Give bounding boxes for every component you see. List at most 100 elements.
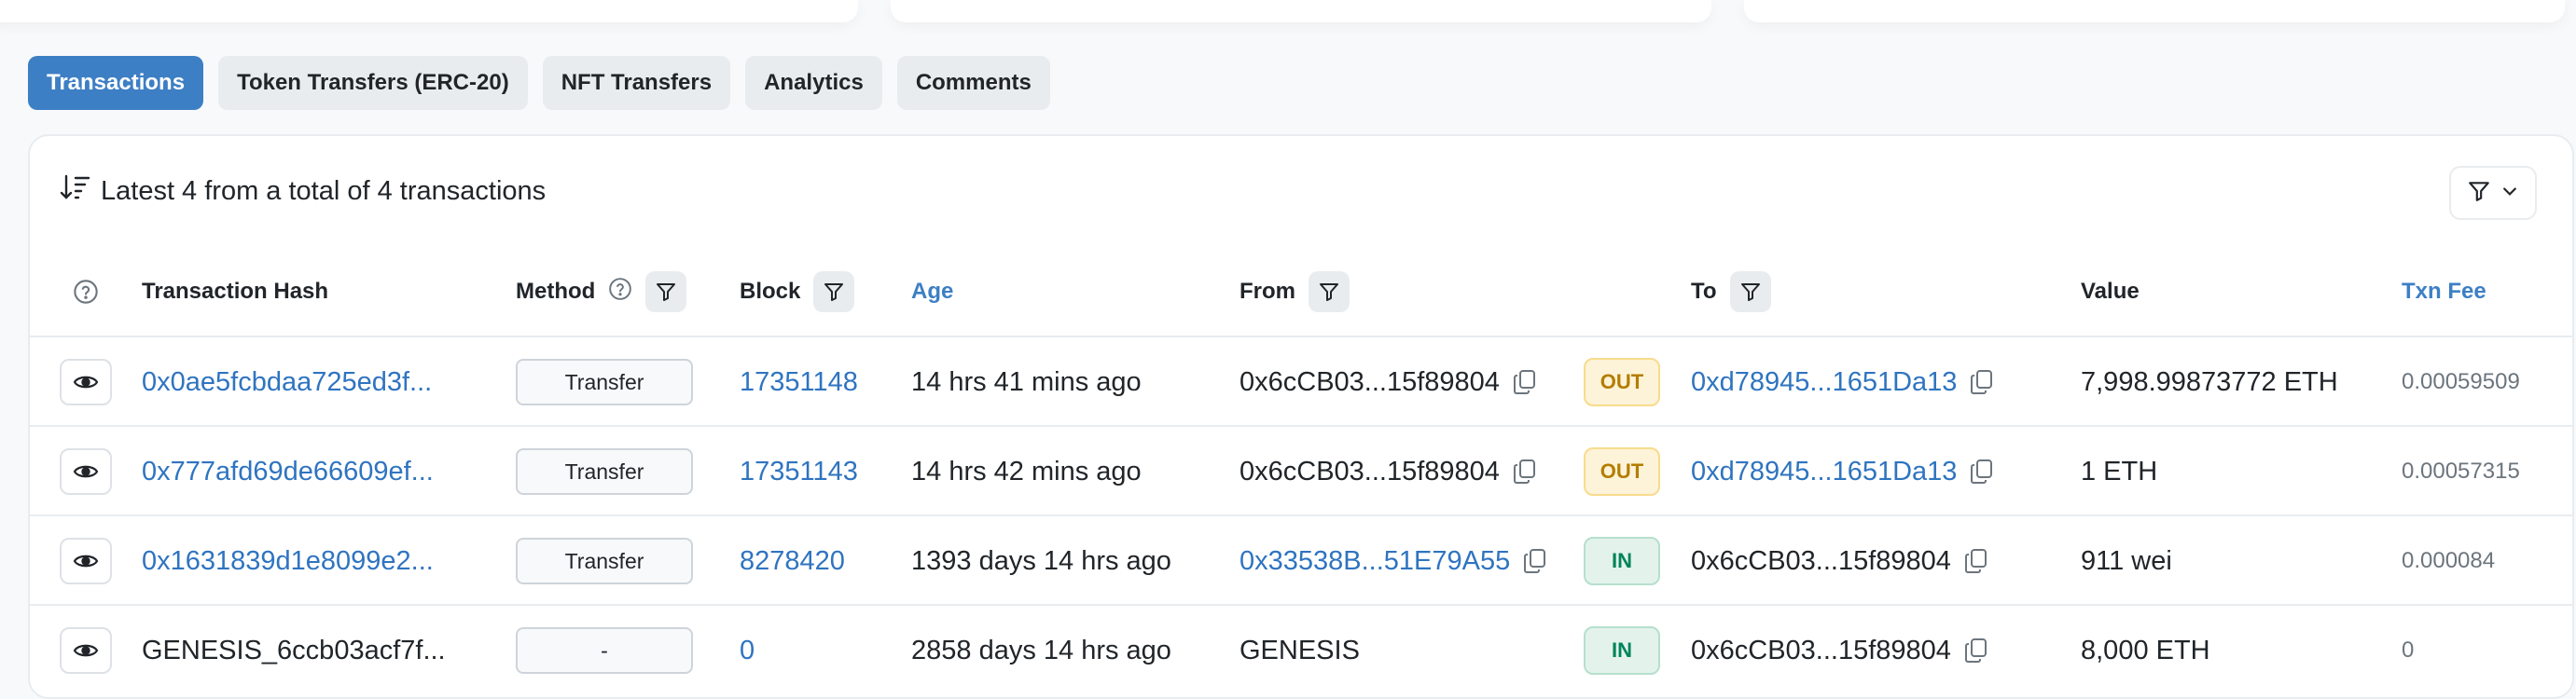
direction-badge: OUT [1584,358,1660,406]
from-address-cell: 0x6cCB03...15f89804 [1240,337,1537,427]
tab-comments[interactable]: Comments [896,56,1050,110]
column-method: Method [516,246,687,337]
column-age[interactable]: Age [911,246,953,337]
method-filter-button[interactable] [645,271,687,312]
column-from: From [1240,246,1350,337]
from-address-cell: 0x33538B...51E79A55 [1240,516,1547,606]
tx-age: 2858 days 14 hrs ago [911,635,1171,665]
table-row: GENESIS_6ccb03acf7f... - 0 2858 days 14 … [30,606,2572,695]
tab-analytics[interactable]: Analytics [745,56,882,110]
to-address[interactable]: 0x6cCB03...15f89804 [1691,636,1951,666]
copy-icon[interactable] [1964,637,1988,664]
column-method-label: Method [516,279,596,304]
table-row: 0x0ae5fcbdaa725ed3f... Transfer 17351148… [30,337,2572,427]
to-address[interactable]: 0xd78945...1651Da13 [1691,457,1957,487]
block-number[interactable]: 17351148 [740,337,858,427]
tx-age: 14 hrs 42 mins ago [911,456,1142,487]
copy-icon[interactable] [1513,459,1537,485]
direction-badge: IN [1584,537,1660,585]
direction-badge: OUT [1584,447,1660,496]
help-icon[interactable] [73,246,99,337]
eye-icon [73,465,99,478]
method-badge: - [516,627,693,674]
header-card-fade [891,0,1711,22]
tx-fee: 0.00059509 [2402,369,2520,394]
from-address[interactable]: 0x33538B...51E79A55 [1240,546,1510,577]
method-badge: Transfer [516,359,693,405]
table-header: Transaction Hash Method Block Age From T… [30,246,2572,337]
column-transaction-hash: Transaction Hash [142,279,329,304]
view-details-button[interactable] [60,627,112,674]
tx-hash[interactable]: 0x0ae5fcbdaa725ed3f... [142,337,432,427]
tab-bar: Transactions Token Transfers (ERC-20) NF… [28,56,1050,110]
transactions-card: Latest 4 from a total of 4 transactions … [28,134,2574,699]
view-details-button[interactable] [60,359,112,405]
card-header: Latest 4 from a total of 4 transactions [30,136,2572,246]
view-details-button[interactable] [60,538,112,584]
to-address-cell: 0xd78945...1651Da13 [1691,427,1994,516]
from-address[interactable]: 0x6cCB03...15f89804 [1240,457,1500,487]
from-address[interactable]: 0x6cCB03...15f89804 [1240,367,1500,398]
advanced-filter-button[interactable] [2449,166,2537,220]
top-strip [0,0,2576,28]
table-row: 0x777afd69de66609ef... Transfer 17351143… [30,427,2572,516]
eye-icon [73,376,99,389]
from-filter-button[interactable] [1309,271,1350,312]
block-filter-button[interactable] [813,271,855,312]
to-address-cell: 0x6cCB03...15f89804 [1691,606,1988,695]
tx-fee: 0 [2402,637,2415,663]
column-to-label: To [1691,279,1717,304]
tx-age: 14 hrs 41 mins ago [911,366,1142,397]
copy-icon[interactable] [1970,369,1994,395]
direction-badge: IN [1584,626,1660,675]
tab-transactions[interactable]: Transactions [28,56,204,110]
column-txn-fee[interactable]: Txn Fee [2402,246,2486,337]
filter-icon [2467,179,2491,208]
column-block: Block [740,246,855,337]
column-from-label: From [1240,279,1295,304]
transactions-summary: Latest 4 from a total of 4 transactions [60,173,546,209]
header-card-fade [0,0,858,22]
to-address-cell: 0x6cCB03...15f89804 [1691,516,1988,606]
to-filter-button[interactable] [1729,271,1771,312]
question-circle-icon[interactable] [608,277,632,308]
from-address-cell: GENESIS [1240,606,1360,695]
to-address[interactable]: 0xd78945...1651Da13 [1691,367,1957,398]
copy-icon[interactable] [1964,548,1988,574]
copy-icon[interactable] [1970,459,1994,485]
tx-hash[interactable]: GENESIS_6ccb03acf7f... [142,606,446,695]
tx-age: 1393 days 14 hrs ago [911,545,1171,576]
tab-nft-transfers[interactable]: NFT Transfers [542,56,731,110]
to-address[interactable]: 0x6cCB03...15f89804 [1691,546,1951,577]
table-row: 0x1631839d1e8099e2... Transfer 8278420 1… [30,516,2572,606]
tab-token-transfers[interactable]: Token Transfers (ERC-20) [218,56,528,110]
column-block-label: Block [740,279,801,304]
from-address-cell: 0x6cCB03...15f89804 [1240,427,1537,516]
header-card-fade [1744,0,2565,22]
summary-text: Latest 4 from a total of 4 transactions [101,175,547,206]
copy-icon[interactable] [1523,548,1547,574]
method-badge: Transfer [516,538,693,584]
column-value: Value [2081,279,2140,304]
to-address-cell: 0xd78945...1651Da13 [1691,337,1994,427]
block-number[interactable]: 8278420 [740,516,845,606]
method-badge: Transfer [516,448,693,495]
column-to: To [1691,246,1771,337]
tx-value: 1 ETH [2081,456,2158,487]
tx-hash[interactable]: 0x1631839d1e8099e2... [142,516,434,606]
eye-icon [73,555,99,568]
tx-value: 7,998.99873772 ETH [2081,366,2338,397]
block-number[interactable]: 17351143 [740,427,858,516]
tx-fee: 0.00057315 [2402,459,2520,484]
tx-value: 8,000 ETH [2081,635,2210,665]
tx-value: 911 wei [2081,545,2172,576]
copy-icon[interactable] [1513,369,1537,395]
tx-fee: 0.000084 [2402,548,2496,573]
chevron-down-icon [2500,182,2519,205]
tx-hash[interactable]: 0x777afd69de66609ef... [142,427,434,516]
sort-descending-icon [60,173,91,209]
view-details-button[interactable] [60,448,112,495]
eye-icon [73,644,99,657]
from-address[interactable]: GENESIS [1240,636,1360,666]
block-number[interactable]: 0 [740,606,755,695]
